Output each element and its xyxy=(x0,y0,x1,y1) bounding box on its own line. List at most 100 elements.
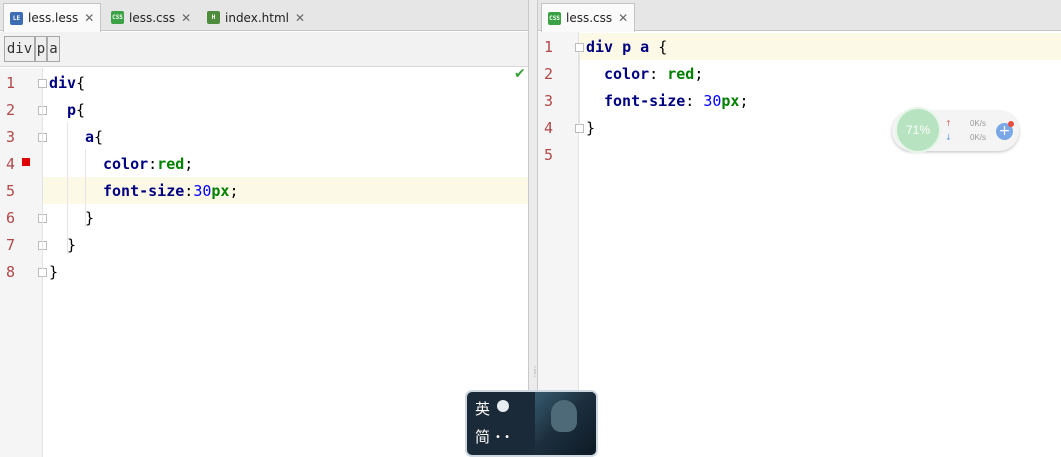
drag-handle-icon[interactable]: ⋮ ⋮ xyxy=(531,366,539,382)
less-file-icon: LE xyxy=(10,11,23,25)
tab-less-less[interactable]: LE less.less ✕ xyxy=(3,3,102,32)
css-file-icon: CSS xyxy=(548,11,561,25)
network-speed-widget[interactable]: 71% ↑ 0K/s ↓ 0K/s + xyxy=(892,107,1019,153)
colon: : xyxy=(649,65,668,83)
line-number: 3 xyxy=(6,128,16,146)
left-tab-bar: LE less.less ✕ CSS less.css ✕ H index.ht… xyxy=(0,0,528,32)
code-line[interactable]: color: red; xyxy=(604,65,703,83)
code-line[interactable]: a{ xyxy=(85,128,103,146)
close-icon[interactable]: ✕ xyxy=(618,11,628,25)
breadcrumb-item-div[interactable]: div xyxy=(4,36,35,62)
brace: { xyxy=(76,101,86,119)
fold-icon[interactable] xyxy=(575,124,584,133)
brace: } xyxy=(49,263,59,281)
selector: a xyxy=(85,128,95,146)
brace: } xyxy=(586,119,596,137)
line-number: 1 xyxy=(6,74,16,92)
number: 30 xyxy=(703,92,722,110)
tab-less-css[interactable]: CSS less.css ✕ xyxy=(541,3,636,32)
semicolon: ; xyxy=(739,92,749,110)
line-number: 7 xyxy=(6,236,16,254)
property: color xyxy=(604,65,650,83)
fold-icon[interactable] xyxy=(38,268,47,277)
right-editor-pane: CSS less.css ✕ OF 1 2 3 4 5 div p a { co… xyxy=(537,0,1061,457)
colon: : xyxy=(685,92,704,110)
selector: div xyxy=(49,74,77,92)
download-arrow-icon: ↓ xyxy=(945,133,952,142)
line-number: 4 xyxy=(6,155,16,173)
code-line[interactable]: div p a { xyxy=(586,38,667,56)
skin-figure xyxy=(551,400,577,432)
tab-label: less.css xyxy=(129,10,176,25)
fold-icon[interactable] xyxy=(575,43,584,52)
error-marker-icon[interactable] xyxy=(22,158,30,166)
notification-dot-icon xyxy=(1008,121,1014,127)
semicolon: ; xyxy=(694,65,704,83)
line-number: 8 xyxy=(6,263,16,281)
ime-status-widget[interactable]: 英 简 • • xyxy=(465,390,598,457)
tab-less-css[interactable]: CSS less.css ✕ xyxy=(104,3,198,31)
property: font-size xyxy=(103,182,185,200)
property: color xyxy=(103,155,149,173)
line-number: 2 xyxy=(544,65,554,83)
indent-guide xyxy=(67,122,68,254)
tab-label: index.html xyxy=(225,10,289,25)
download-speed: 0K/s xyxy=(970,133,987,142)
close-icon[interactable]: ✕ xyxy=(181,11,191,25)
tab-label: less.css xyxy=(566,11,613,25)
number: 30 xyxy=(193,182,212,200)
breadcrumb-item-p[interactable]: p xyxy=(35,36,47,62)
pane-splitter[interactable]: ⋮ ⋮ xyxy=(529,0,539,457)
line-number: 5 xyxy=(6,182,16,200)
upload-arrow-icon: ↑ xyxy=(945,119,952,128)
selector: p xyxy=(67,101,77,119)
unit: px xyxy=(721,92,740,110)
close-icon[interactable]: ✕ xyxy=(295,11,305,25)
line-number: 2 xyxy=(6,101,16,119)
colon: : xyxy=(148,155,158,173)
value: red xyxy=(157,155,185,173)
html-file-icon: H xyxy=(207,11,220,24)
brace: } xyxy=(85,209,95,227)
punctuation-icon[interactable]: • • xyxy=(495,432,510,443)
code-line[interactable]: font-size: 30px; xyxy=(604,92,749,110)
fold-line xyxy=(579,53,580,125)
brace: { xyxy=(76,74,86,92)
tab-label: less.less xyxy=(28,11,79,25)
fold-line xyxy=(42,89,43,269)
ime-simplified-toggle[interactable]: 简 xyxy=(475,426,490,447)
code-line[interactable]: } xyxy=(586,119,595,137)
brace: { xyxy=(94,128,104,146)
right-tab-bar: CSS less.css ✕ xyxy=(538,0,1061,32)
semicolon: ; xyxy=(229,182,239,200)
code-line[interactable]: p{ xyxy=(67,101,85,119)
colon: : xyxy=(184,182,194,200)
css-file-icon: CSS xyxy=(111,11,124,24)
line-number: 6 xyxy=(6,209,16,227)
code-line[interactable]: font-size:30px; xyxy=(103,182,238,200)
line-number: 4 xyxy=(544,119,554,137)
close-icon[interactable]: ✕ xyxy=(84,11,94,25)
unit: px xyxy=(211,182,230,200)
code-line[interactable]: } xyxy=(85,209,94,227)
moon-icon[interactable] xyxy=(497,400,509,412)
check-icon[interactable]: ✔ xyxy=(514,66,526,82)
tab-index-html[interactable]: H index.html ✕ xyxy=(200,3,312,31)
upload-speed: 0K/s xyxy=(970,119,987,128)
selector: div p a xyxy=(586,38,650,56)
code-line[interactable]: div{ xyxy=(49,74,85,92)
value: red xyxy=(667,65,695,83)
ime-language-toggle[interactable]: 英 xyxy=(475,398,490,419)
code-line[interactable]: } xyxy=(49,263,58,281)
line-number: 3 xyxy=(544,92,554,110)
line-number: 5 xyxy=(544,146,554,164)
fold-icon[interactable] xyxy=(38,79,47,88)
line-number: 1 xyxy=(544,38,554,56)
brace: } xyxy=(67,236,77,254)
memory-usage-gauge[interactable]: 71% xyxy=(895,107,941,153)
breadcrumb: div p a xyxy=(0,32,528,67)
breadcrumb-item-a[interactable]: a xyxy=(47,36,60,62)
code-line[interactable]: color:red; xyxy=(103,155,193,173)
code-line[interactable]: } xyxy=(67,236,76,254)
property: font-size xyxy=(604,92,686,110)
